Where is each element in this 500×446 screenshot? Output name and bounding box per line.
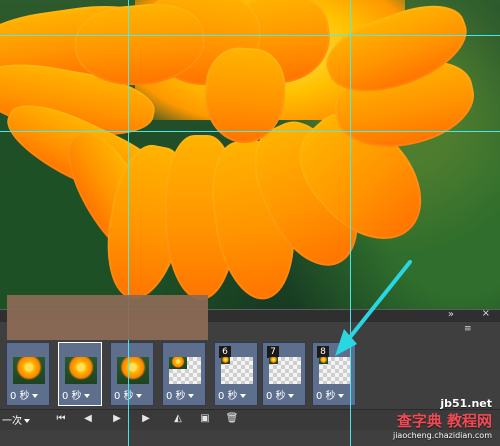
frame-thumbnail [269,357,301,384]
frame-2[interactable]: 0 秒 [58,342,102,406]
frame-1[interactable]: 0 秒 [6,342,50,406]
panel-menu-icon[interactable]: ≡ [464,324,490,334]
frame-4[interactable]: 0 秒 [162,342,206,406]
canvas-photo [0,0,500,320]
previous-frame-icon[interactable]: ◀ [80,412,96,426]
panel-expand-icon[interactable]: » [448,309,454,320]
frame-thumbnail [169,357,201,384]
watermark-brand: 教程网 [446,412,492,430]
first-frame-icon[interactable]: ⏮ [53,412,69,426]
frame-thumbnail [13,357,45,384]
chevron-down-icon [24,419,30,423]
frame-time[interactable]: 0 秒 [266,387,294,402]
chevron-down-icon [135,394,142,398]
chevron-down-icon [337,394,344,398]
frame-thumbnail [65,357,97,384]
trash-icon[interactable]: 🗑 [224,412,240,426]
frame-thumbnail [221,357,253,384]
frame-time[interactable]: 0 秒 [62,387,90,402]
chevron-down-icon [239,394,246,398]
guide-line-vertical [128,0,129,446]
frame-thumbnail [117,357,149,384]
guide-line-vertical [350,0,351,446]
watermark: jb51.net 查字典 教程网 jiaocheng.chazidian.com [393,397,492,440]
watermark-url: jiaocheng.chazidian.com [392,431,492,440]
watermark-prefix: 查字典 [396,412,442,430]
next-frame-icon[interactable]: ▶ [138,412,154,426]
chevron-down-icon [287,394,294,398]
frame-7[interactable]: 7 0 秒 [262,342,306,406]
masked-region [7,295,208,340]
frame-time[interactable]: 0 秒 [166,387,194,402]
chevron-down-icon [31,394,38,398]
frame-6[interactable]: 6 0 秒 [214,342,258,406]
tween-icon[interactable]: ◭ [170,412,186,426]
panel-close-icon[interactable]: × [482,308,490,319]
frame-3[interactable]: 0 秒 [110,342,154,406]
guide-line-horizontal [0,131,500,132]
frame-time[interactable]: 0 秒 [316,387,344,402]
duplicate-frame-icon[interactable]: ▣ [197,412,213,426]
frame-time[interactable]: 0 秒 [10,387,38,402]
frame-time[interactable]: 0 秒 [218,387,246,402]
chevron-down-icon [83,394,90,398]
loop-mode[interactable]: 一次 [2,412,30,427]
guide-line-horizontal [0,35,500,36]
chevron-down-icon [187,394,194,398]
play-icon[interactable]: ▶ [109,412,125,426]
frame-thumbnail [319,357,351,384]
watermark-site: jb51.net [440,397,492,410]
